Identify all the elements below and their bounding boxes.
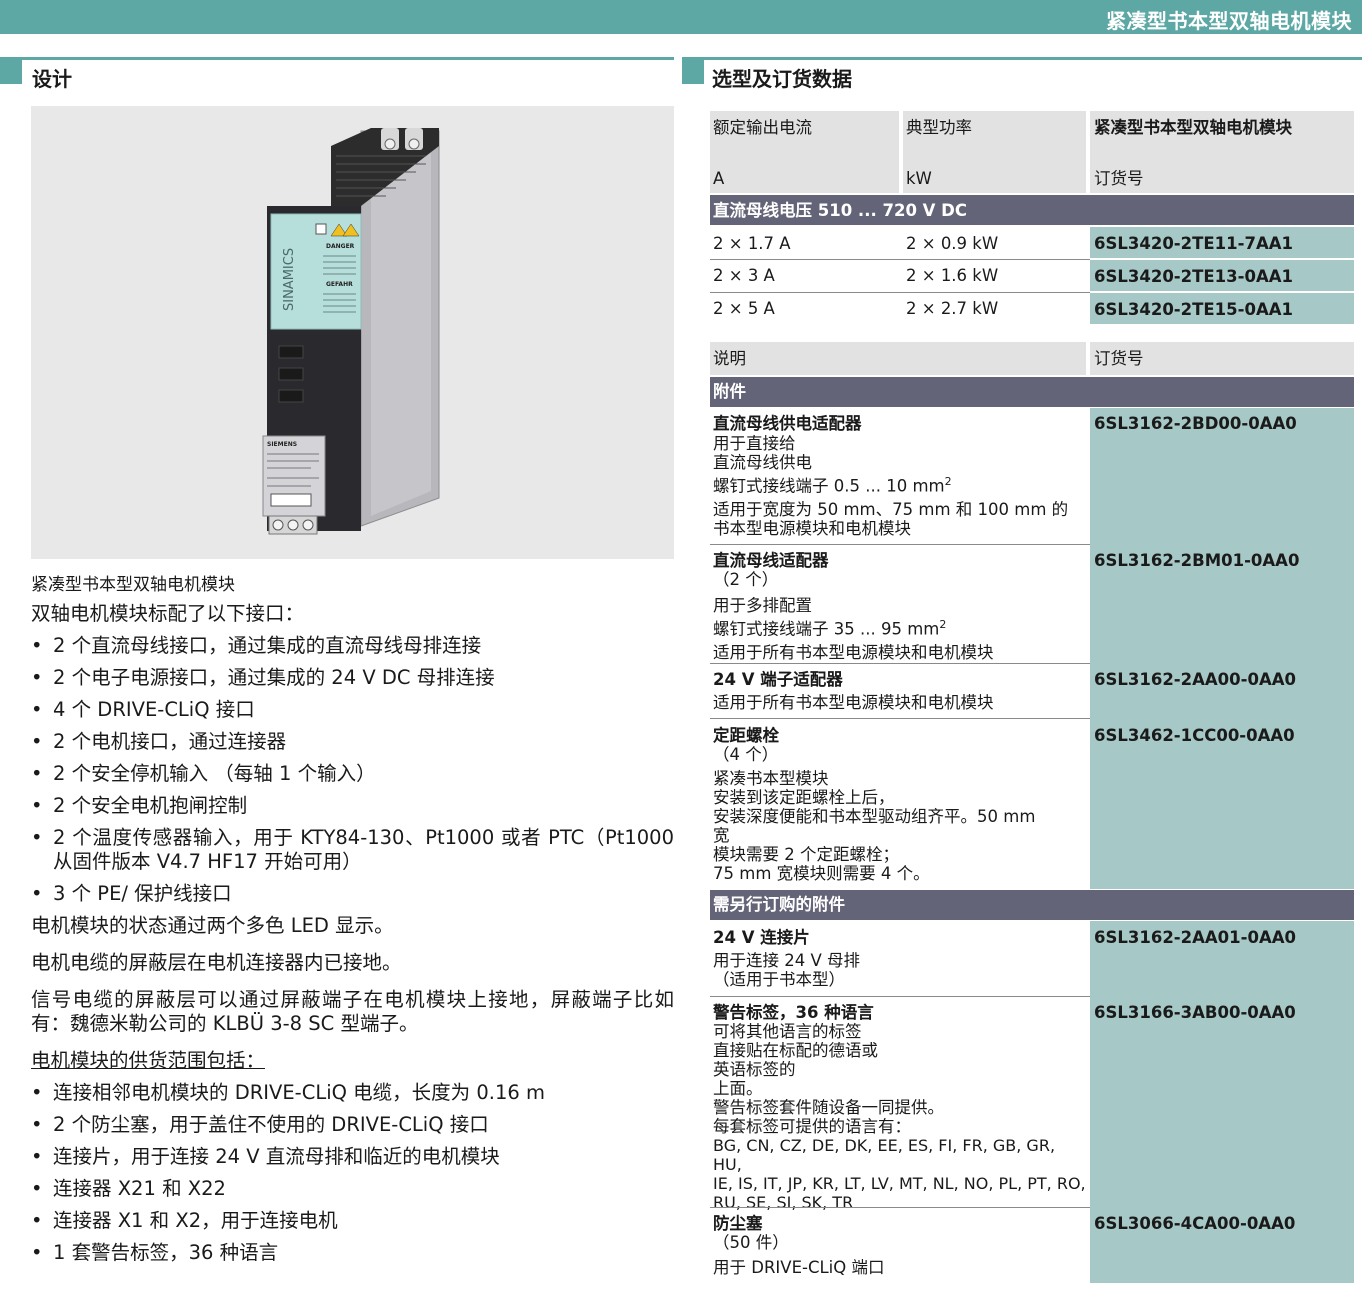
table-cell: 2 × 1.6 kW bbox=[906, 266, 999, 285]
list-item: • 1 套警告标签，36 种语言 bbox=[31, 1241, 279, 1264]
section-rule-design bbox=[0, 57, 674, 60]
order-number: 6SL3162-2AA00-0AA0 bbox=[1094, 670, 1296, 689]
header-description: 说明 bbox=[710, 342, 1086, 375]
list-item: 直流母线供电适配器 用于直接给 直流母线供电 螺钉式接线端子 0.5 ... 1… bbox=[713, 414, 1069, 538]
list-item: 24 V 连接片 用于连接 24 V 母排 （适用于书本型） bbox=[713, 928, 861, 989]
list-item: • 2 个直流母线接口，通过集成的直流母线母排连接 bbox=[31, 634, 482, 657]
row-divider bbox=[710, 259, 1090, 260]
product-image: SINAMICS DANGER GEFAHR SIEMENS bbox=[31, 106, 674, 559]
voltage-bar: 直流母线电压 510 ... 720 V DC bbox=[710, 195, 1354, 225]
list-item: 24 V 端子适配器 适用于所有书本型电源模块和电机模块 bbox=[713, 670, 994, 712]
led-paragraph: 电机模块的状态通过两个多色 LED 显示。 bbox=[31, 914, 394, 937]
section-marker-design bbox=[0, 60, 22, 84]
list-item: • 连接相邻电机模块的 DRIVE-CLiQ 电缆，长度为 0.16 m bbox=[31, 1081, 545, 1104]
list-item: 警告标签，36 种语言 可将其他语言的标签 直接贴在标配的德语或 英语标签的 上… bbox=[713, 1003, 1086, 1212]
order-number-cell: 6SL3420-2TE13-0AA1 bbox=[1090, 260, 1354, 291]
design-description: 双轴电机模块标配了以下接口： • 2 个直流母线接口，通过集成的直流母线母排连接 … bbox=[31, 602, 674, 1273]
interfaces-list: • 2 个直流母线接口，通过集成的直流母线母排连接 • 2 个电子电源接口，通过集成… bbox=[31, 634, 674, 906]
list-item: 定距螺栓 （4 个） 紧凑书本型模块 安装到该定距螺栓上后， 安装深度便能和书本… bbox=[713, 726, 1036, 883]
row-divider bbox=[710, 292, 1090, 293]
list-item: 防尘塞 （50 件） 用于 DRIVE-CLiQ 端口 bbox=[713, 1214, 885, 1277]
shield-paragraph: 电机电缆的屏蔽层在电机连接器内已接地。 bbox=[31, 951, 402, 974]
row-divider bbox=[710, 718, 1090, 719]
table-cell: 2 × 5 A bbox=[713, 299, 775, 318]
order-number: 6SL3162-2BD00-0AA0 bbox=[1094, 414, 1297, 433]
device-gefahr-label: GEFAHR bbox=[326, 281, 353, 288]
accessories-bar: 附件 bbox=[710, 377, 1354, 407]
list-item: • 4 个 DRIVE-CLiQ 接口 bbox=[31, 698, 255, 721]
row-divider bbox=[710, 1207, 1090, 1208]
table-cell: 2 × 0.9 kW bbox=[906, 234, 999, 253]
order-number: 6SL3162-2BM01-0AA0 bbox=[1094, 551, 1300, 570]
header-power: 典型功率 kW bbox=[903, 111, 1086, 193]
list-item: • 连接器 X1 和 X2，用于连接电机 bbox=[31, 1209, 338, 1232]
order-column bbox=[1090, 408, 1354, 889]
scope-list: • 连接相邻电机模块的 DRIVE-CLiQ 电缆，长度为 0.16 m • 2 个… bbox=[31, 1081, 674, 1265]
row-divider bbox=[710, 544, 1090, 545]
table-cell: 2 × 1.7 A bbox=[713, 234, 791, 253]
section-title-design: 设计 bbox=[32, 67, 72, 91]
list-item: 直流母线适配器 （2 个） 用于多排配置 螺钉式接线端子 35 ... 95 m… bbox=[713, 551, 994, 662]
list-item: • 2 个电机接口，通过连接器 bbox=[31, 730, 287, 753]
list-item: • 2 个安全停机输入 （每轴 1 个输入） bbox=[31, 762, 376, 785]
motor-module-illustration: SINAMICS DANGER GEFAHR SIEMENS bbox=[262, 128, 440, 535]
signal-shield-paragraph: 信号电缆的屏蔽层可以通过屏蔽端子在电机模块上接地，屏蔽端子比如有：魏德米勒公司的… bbox=[31, 988, 674, 1035]
list-item: • 连接片，用于连接 24 V 直流母排和临近的电机模块 bbox=[31, 1145, 500, 1168]
row-divider bbox=[710, 663, 1090, 664]
scope-title: 电机模块的供货范围包括： bbox=[31, 1049, 266, 1072]
section-rule-ordering bbox=[682, 57, 1362, 60]
list-item: • 2 个电子电源接口，通过集成的 24 V DC 母排连接 bbox=[31, 666, 495, 689]
image-caption: 紧凑型书本型双轴电机模块 bbox=[31, 575, 235, 595]
list-item: • 2 个安全电机抱闸控制 bbox=[31, 794, 248, 817]
separate-order-bar: 需另行订购的附件 bbox=[710, 890, 1354, 920]
page-title: 紧凑型书本型双轴电机模块 bbox=[1106, 9, 1352, 33]
order-number: 6SL3166-3AB00-0AA0 bbox=[1094, 1003, 1296, 1022]
header-bar: 紧凑型书本型双轴电机模块 bbox=[0, 0, 1362, 34]
table-cell: 2 × 3 A bbox=[713, 266, 775, 285]
section-marker-ordering bbox=[682, 60, 704, 84]
header-module: 紧凑型书本型双轴电机模块 订货号 bbox=[1090, 111, 1354, 193]
order-number: 6SL3162-2AA01-0AA0 bbox=[1094, 928, 1296, 947]
device-siemens-label: SIEMENS bbox=[267, 441, 297, 448]
list-item: • 2 个温度传感器输入，用于 KTY84-130、Pt1000 或者 PTC（P… bbox=[31, 826, 674, 873]
list-item: • 3 个 PE/ 保护线接口 bbox=[31, 882, 232, 905]
section-title-ordering: 选型及订货数据 bbox=[712, 67, 852, 91]
header-order-number: 订货号 bbox=[1090, 342, 1354, 375]
order-number-cell: 6SL3420-2TE15-0AA1 bbox=[1090, 293, 1354, 324]
order-number: 6SL3462-1CC00-0AA0 bbox=[1094, 726, 1295, 745]
order-number-cell: 6SL3420-2TE11-7AA1 bbox=[1090, 227, 1354, 258]
row-divider bbox=[710, 996, 1090, 997]
device-brand: SINAMICS bbox=[282, 248, 297, 311]
list-item: • 2 个防尘塞，用于盖住不使用的 DRIVE-CLiQ 接口 bbox=[31, 1113, 489, 1136]
interfaces-intro: 双轴电机模块标配了以下接口： bbox=[31, 602, 305, 625]
list-item: • 连接器 X21 和 X22 bbox=[31, 1177, 226, 1200]
order-number: 6SL3066-4CA00-0AA0 bbox=[1094, 1214, 1296, 1233]
device-danger-label: DANGER bbox=[326, 243, 355, 250]
table-cell: 2 × 2.7 kW bbox=[906, 299, 999, 318]
header-rated-current: 额定输出电流 A bbox=[710, 111, 899, 193]
